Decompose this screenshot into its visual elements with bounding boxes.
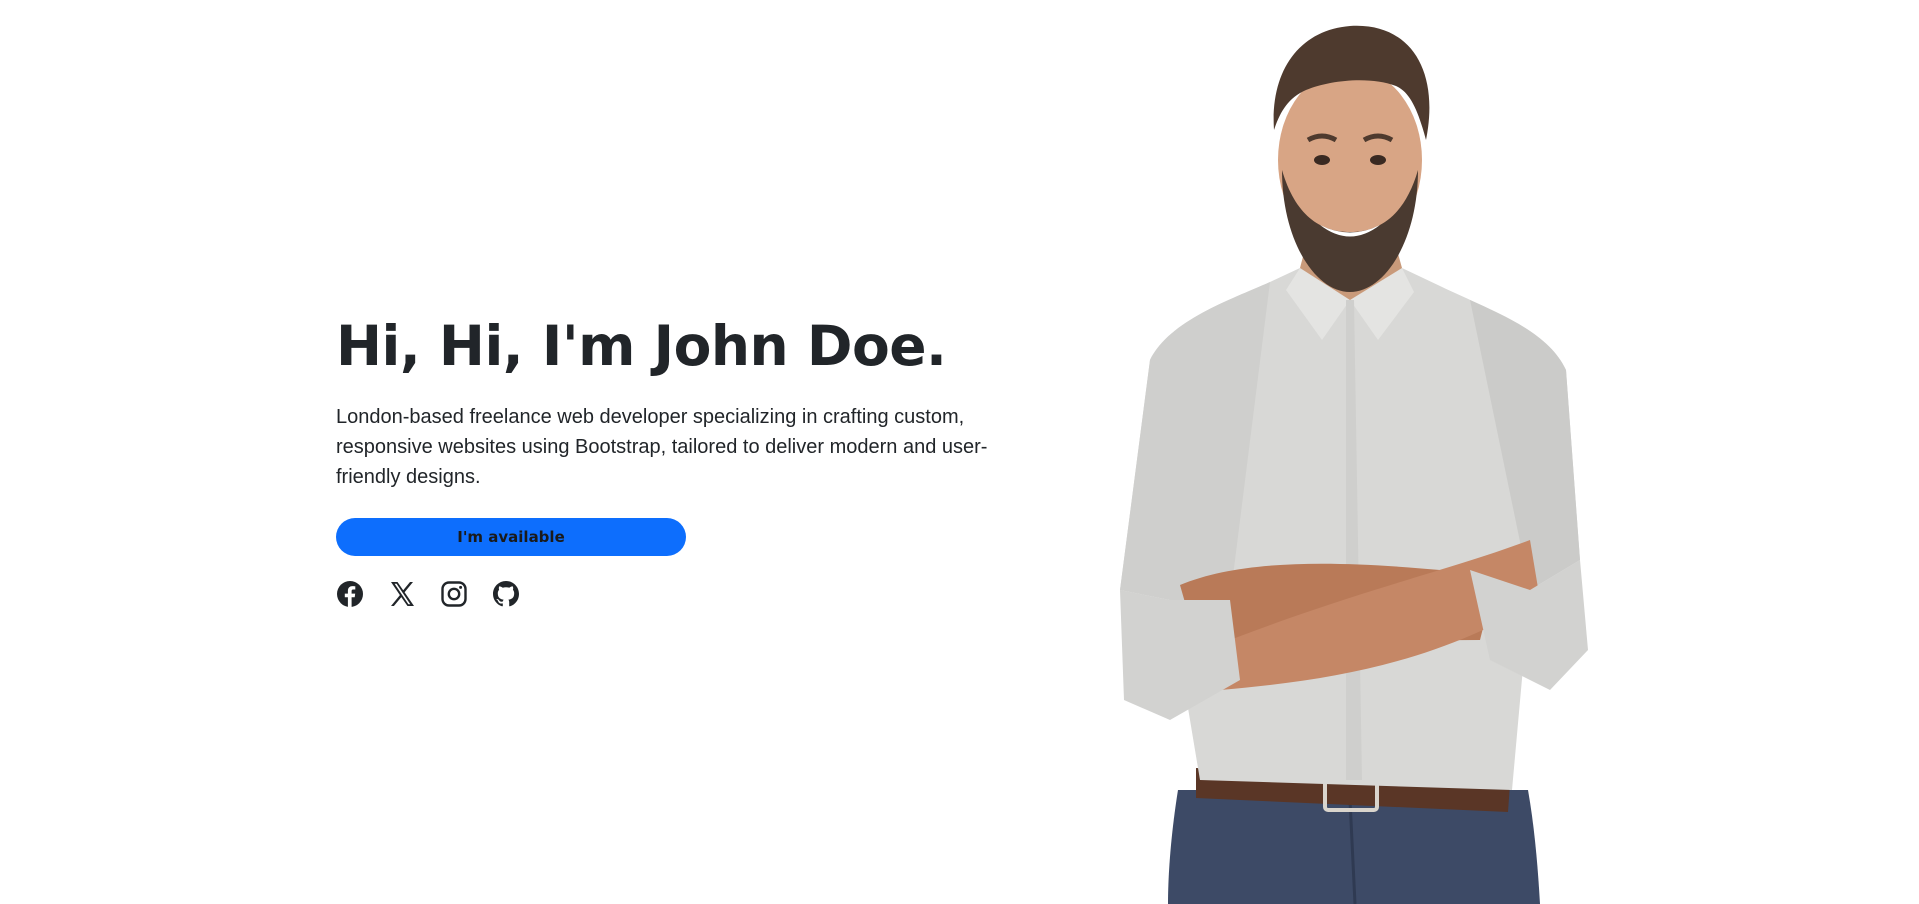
x-twitter-icon: [388, 580, 416, 608]
github-icon: [492, 580, 520, 608]
instagram-link[interactable]: [440, 580, 468, 608]
x-twitter-link[interactable]: [388, 580, 416, 608]
available-button[interactable]: I'm available: [336, 518, 686, 556]
hero-section: Hi, Hi, I'm John Doe. London-based freel…: [0, 0, 1919, 904]
facebook-icon: [336, 580, 364, 608]
hero-description: London-based freelance web developer spe…: [336, 406, 988, 488]
facebook-link[interactable]: [336, 580, 364, 608]
social-links: [336, 580, 996, 608]
github-link[interactable]: [492, 580, 520, 608]
hero-title: Hi, Hi, I'm John Doe.: [336, 314, 947, 378]
instagram-icon: [440, 580, 468, 608]
hero-text-block: Hi, Hi, I'm John Doe. London-based freel…: [336, 312, 996, 608]
portrait-illustration: [1120, 25, 1588, 904]
portrait-image: [1110, 0, 1610, 904]
